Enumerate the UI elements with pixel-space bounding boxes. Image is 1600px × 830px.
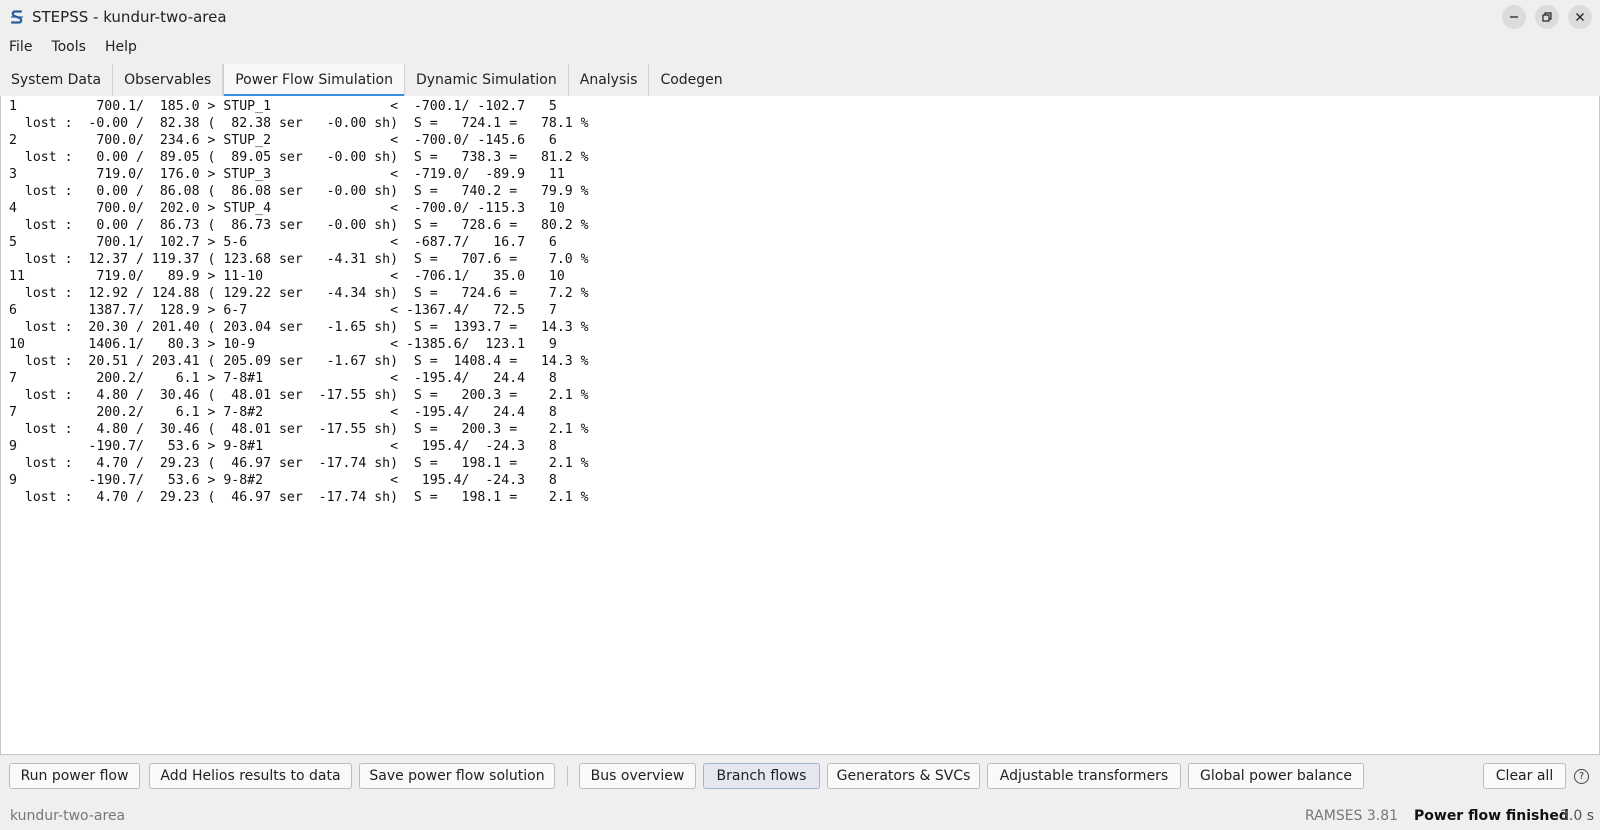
output-line: 9 -190.7/ 53.6 > 9-8#1 < 195.4/ -24.3 8 [9,439,557,454]
output-line: 4 700.0/ 202.0 > STUP_4 < -700.0/ -115.3… [9,201,565,216]
branch-flows-button[interactable]: Branch flows [703,763,820,789]
output-line: lost : 12.37 / 119.37 ( 123.68 ser -4.31… [9,252,589,267]
window-title: STEPSS - kundur-two-area [32,8,227,26]
output-text-area[interactable]: 1 700.1/ 185.0 > STUP_1 < -700.1/ -102.7… [0,96,1600,755]
output-line: 6 1387.7/ 128.9 > 6-7 < -1367.4/ 72.5 7 [9,303,557,318]
minimize-icon[interactable] [1502,5,1526,29]
output-line: 7 200.2/ 6.1 > 7-8#1 < -195.4/ 24.4 8 [9,371,557,386]
close-icon[interactable] [1568,5,1592,29]
status-message: Power flow finished [1414,808,1569,824]
tab-bar: System Data Observables Power Flow Simul… [0,64,1600,97]
clear-all-button[interactable]: Clear all [1483,763,1566,789]
title-bar: STEPSS - kundur-two-area [0,0,1600,34]
action-toolbar: Run power flow Add Helios results to dat… [0,763,1600,791]
stepss-logo-icon [9,9,25,25]
output-line: 7 200.2/ 6.1 > 7-8#2 < -195.4/ 24.4 8 [9,405,557,420]
restore-icon[interactable] [1535,5,1559,29]
output-line: 1 700.1/ 185.0 > STUP_1 < -700.1/ -102.7… [9,99,557,114]
output-line: 5 700.1/ 102.7 > 5-6 < -687.7/ 16.7 6 [9,235,557,250]
output-line: lost : -0.00 / 82.38 ( 82.38 ser -0.00 s… [9,116,589,131]
tab-codegen[interactable]: Codegen [649,64,733,96]
output-line: 11 719.0/ 89.9 > 11-10 < -706.1/ 35.0 10 [9,269,565,284]
toolbar-separator [567,766,568,786]
generators-svcs-button[interactable]: Generators & SVCs [827,763,980,789]
status-elapsed-time: 3.0 s [1560,808,1595,824]
menu-tools[interactable]: Tools [42,39,94,55]
bus-overview-button[interactable]: Bus overview [579,763,696,789]
menu-file[interactable]: File [0,39,40,55]
branch-flow-report: 1 700.1/ 185.0 > STUP_1 < -700.1/ -102.7… [1,96,1599,506]
adjustable-transformers-button[interactable]: Adjustable transformers [987,763,1181,789]
output-line: lost : 20.51 / 203.41 ( 205.09 ser -1.67… [9,354,589,369]
output-line: lost : 12.92 / 124.88 ( 129.22 ser -4.34… [9,286,589,301]
help-icon[interactable]: ? [1574,769,1589,784]
status-version: RAMSES 3.81 [1305,808,1399,824]
status-bar: kundur-two-area RAMSES 3.81 Power flow f… [0,804,1600,828]
output-line: lost : 0.00 / 89.05 ( 89.05 ser -0.00 sh… [9,150,589,165]
output-line: lost : 0.00 / 86.08 ( 86.08 ser -0.00 sh… [9,184,589,199]
output-line: 9 -190.7/ 53.6 > 9-8#2 < 195.4/ -24.3 8 [9,473,557,488]
output-line: 2 700.0/ 234.6 > STUP_2 < -700.0/ -145.6… [9,133,557,148]
menu-bar: File Tools Help [0,34,1600,60]
status-project-name: kundur-two-area [10,808,126,824]
output-line: lost : 4.70 / 29.23 ( 46.97 ser -17.74 s… [9,490,589,505]
output-line: lost : 0.00 / 86.73 ( 86.73 ser -0.00 sh… [9,218,589,233]
output-line: lost : 4.80 / 30.46 ( 48.01 ser -17.55 s… [9,388,589,403]
tab-power-flow-simulation[interactable]: Power Flow Simulation [223,64,405,97]
output-line: 3 719.0/ 176.0 > STUP_3 < -719.0/ -89.9 … [9,167,565,182]
tab-dynamic-simulation[interactable]: Dynamic Simulation [405,64,569,96]
save-power-flow-solution-button[interactable]: Save power flow solution [359,763,555,789]
global-power-balance-button[interactable]: Global power balance [1188,763,1364,789]
output-line: lost : 4.80 / 30.46 ( 48.01 ser -17.55 s… [9,422,589,437]
add-helios-results-button[interactable]: Add Helios results to data [149,763,352,789]
tab-analysis[interactable]: Analysis [569,64,650,96]
menu-help[interactable]: Help [96,39,145,55]
tab-system-data[interactable]: System Data [0,64,114,96]
tab-observables[interactable]: Observables [113,64,224,96]
run-power-flow-button[interactable]: Run power flow [9,763,140,789]
output-line: lost : 20.30 / 201.40 ( 203.04 ser -1.65… [9,320,589,335]
output-line: 10 1406.1/ 80.3 > 10-9 < -1385.6/ 123.1 … [9,337,557,352]
output-line: lost : 4.70 / 29.23 ( 46.97 ser -17.74 s… [9,456,589,471]
